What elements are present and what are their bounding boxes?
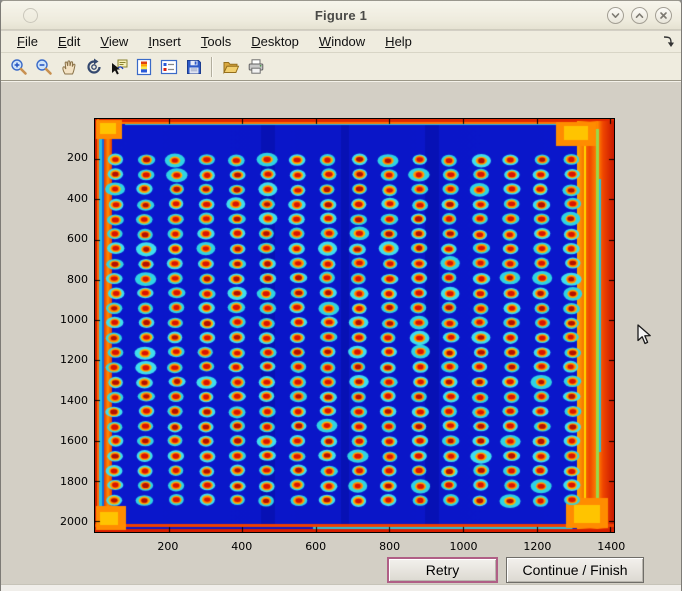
heatmap-image[interactable] [95, 119, 614, 532]
data-cursor-icon [110, 58, 128, 76]
chevron-down-icon [610, 10, 621, 21]
zoom-in-button[interactable] [7, 55, 31, 79]
restore-button[interactable] [631, 7, 648, 24]
colorbar-button[interactable] [132, 55, 156, 79]
y-tick-label: 1200 [48, 353, 88, 366]
menu-item-file[interactable]: File [9, 32, 46, 51]
toolbar-separator [211, 57, 213, 77]
zoom-out-button[interactable] [32, 55, 56, 79]
menu-item-insert[interactable]: Insert [140, 32, 189, 51]
print-icon [247, 58, 265, 76]
menu-item-desktop[interactable]: Desktop [243, 32, 307, 51]
y-tick-label: 1600 [48, 434, 88, 447]
rotate-3d-icon [85, 58, 103, 76]
y-tick-label: 200 [48, 151, 88, 164]
mouse-cursor-icon [637, 324, 653, 346]
close-button[interactable] [655, 7, 672, 24]
undock-arrow-icon[interactable] [661, 34, 675, 48]
y-tick-label: 1400 [48, 394, 88, 407]
window-title: Figure 1 [1, 8, 681, 23]
titlebar[interactable]: Figure 1 [1, 1, 681, 30]
menubar: FileEditViewInsertToolsDesktopWindowHelp [1, 31, 681, 52]
pan-button[interactable] [57, 55, 81, 79]
figure-window: Figure 1 FileEditViewInsertToolsDesktopW… [0, 0, 682, 591]
pan-icon [60, 58, 78, 76]
retry-button[interactable]: Retry [387, 557, 498, 583]
continue-finish-button[interactable]: Continue / Finish [506, 557, 644, 583]
rotate-3d-button[interactable] [82, 55, 106, 79]
menu-item-help[interactable]: Help [377, 32, 420, 51]
print-button[interactable] [244, 55, 268, 79]
window-controls [607, 7, 672, 24]
y-tick-label: 400 [48, 192, 88, 205]
data-cursor-button[interactable] [107, 55, 131, 79]
x-tick-label: 1400 [589, 540, 633, 553]
menu-item-view[interactable]: View [92, 32, 136, 51]
x-tick-label: 800 [368, 540, 412, 553]
save-icon [185, 58, 203, 76]
y-tick-label: 600 [48, 232, 88, 245]
menu-item-window[interactable]: Window [311, 32, 373, 51]
zoom-out-icon [35, 58, 53, 76]
open-button[interactable] [219, 55, 243, 79]
menu-item-tools[interactable]: Tools [193, 32, 239, 51]
y-tick-label: 1800 [48, 475, 88, 488]
y-tick-label: 1000 [48, 313, 88, 326]
figure-canvas: 200 400 600 800 1000 1200 1400 1600 1800 2000 200 4… [1, 82, 681, 585]
x-tick-label: 600 [294, 540, 338, 553]
zoom-in-icon [10, 58, 28, 76]
legend-button[interactable] [157, 55, 181, 79]
menu-items: FileEditViewInsertToolsDesktopWindowHelp [1, 32, 420, 51]
y-tick-label: 800 [48, 273, 88, 286]
save-button[interactable] [182, 55, 206, 79]
x-tick-label: 1000 [442, 540, 486, 553]
menu-item-edit[interactable]: Edit [50, 32, 88, 51]
x-tick-label: 1200 [515, 540, 559, 553]
chevron-up-icon [634, 10, 645, 21]
colorbar-icon [135, 58, 153, 76]
x-tick-label: 400 [220, 540, 264, 553]
figure-toolbar [1, 52, 681, 81]
y-tick-label: 2000 [48, 515, 88, 528]
x-tick-label: 200 [146, 540, 190, 553]
shade-button[interactable] [607, 7, 624, 24]
close-icon [658, 10, 669, 21]
axes-plot[interactable] [94, 118, 615, 533]
open-icon [222, 58, 240, 76]
window-bottom-border [1, 584, 681, 591]
legend-icon [160, 58, 178, 76]
